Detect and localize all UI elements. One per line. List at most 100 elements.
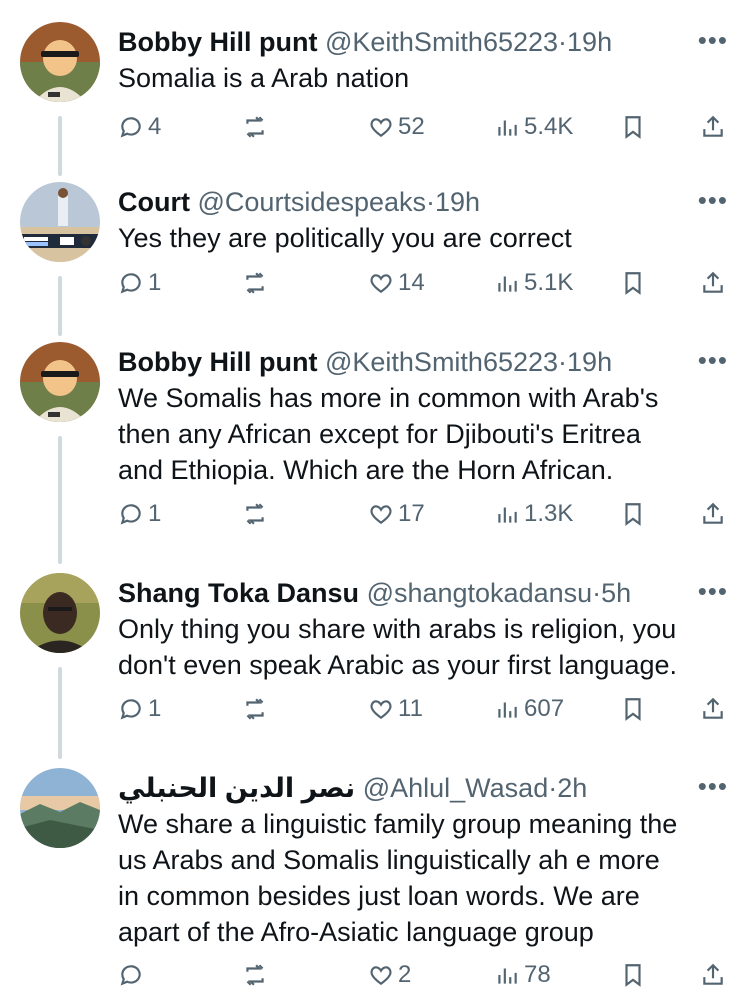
action-bar: 4 52 5.4K <box>118 110 730 144</box>
timestamp[interactable]: 5h <box>601 578 631 608</box>
like-button[interactable]: 11 <box>368 692 423 726</box>
reply-button[interactable] <box>118 958 148 992</box>
display-name[interactable]: نصر الدين الحنبلي <box>118 773 355 803</box>
timestamp[interactable]: 19h <box>435 187 480 217</box>
bookmark-button[interactable] <box>620 692 646 726</box>
retweet-button[interactable] <box>242 266 272 300</box>
retweet-button[interactable] <box>242 110 272 144</box>
action-bar: 1 14 5.1K <box>118 266 730 300</box>
reply-count: 1 <box>148 269 162 296</box>
tweet-text: Yes they are politically you are correct <box>118 223 572 253</box>
thread-line <box>58 667 62 759</box>
share-button[interactable] <box>700 110 726 144</box>
more-icon[interactable]: ••• <box>698 27 728 53</box>
reply-icon <box>120 504 141 525</box>
views-button[interactable]: 78 <box>494 958 551 992</box>
views-button[interactable]: 5.4K <box>494 110 573 144</box>
reply-icon <box>120 117 141 138</box>
handle[interactable]: @Ahlul_Wasad <box>363 773 549 803</box>
like-button[interactable]: 14 <box>368 266 425 300</box>
avatar[interactable] <box>20 768 100 848</box>
thread-line <box>58 436 62 564</box>
more-icon[interactable]: ••• <box>698 347 728 373</box>
thread-line <box>58 276 62 336</box>
bookmark-icon <box>625 964 641 987</box>
tweet-text: Somalia is a Arab nation <box>118 63 410 93</box>
reply-button[interactable]: 1 <box>118 692 161 726</box>
views-icon <box>498 276 517 292</box>
heart-icon <box>370 274 392 293</box>
share-button[interactable] <box>700 958 726 992</box>
avatar[interactable] <box>20 22 100 102</box>
bookmark-button[interactable] <box>620 110 646 144</box>
retweet-icon <box>246 116 264 138</box>
reply-count: 1 <box>148 500 162 527</box>
separator: · <box>426 187 436 217</box>
reply-count: 4 <box>148 113 162 140</box>
share-icon <box>703 502 723 524</box>
separator: · <box>548 773 558 803</box>
share-button[interactable] <box>700 266 726 300</box>
bookmark-icon <box>625 503 641 526</box>
timestamp[interactable]: 19h <box>567 347 612 377</box>
separator: · <box>558 27 568 57</box>
reply-icon <box>120 965 141 986</box>
cartoon-avatar-icon <box>20 22 100 102</box>
heart-icon <box>370 118 392 137</box>
share-button[interactable] <box>700 692 726 726</box>
views-button[interactable]: 607 <box>494 692 564 726</box>
reply-icon <box>120 273 141 294</box>
avatar[interactable] <box>20 342 100 422</box>
handle[interactable]: @shangtokadansu <box>367 578 593 608</box>
share-icon <box>703 271 723 293</box>
bookmark-button[interactable] <box>620 497 646 531</box>
like-count: 52 <box>398 113 425 140</box>
share-icon <box>703 115 723 137</box>
basketball-broadcast-avatar-icon <box>20 182 100 262</box>
views-count: 1.3K <box>524 500 574 527</box>
bookmark-button[interactable] <box>620 958 646 992</box>
retweet-button[interactable] <box>242 958 272 992</box>
avatar[interactable] <box>20 182 100 262</box>
more-icon[interactable]: ••• <box>698 187 728 213</box>
retweet-icon <box>246 272 264 294</box>
reply-button[interactable]: 1 <box>118 266 161 300</box>
tweet-text: We share a linguistic family group meani… <box>118 809 678 947</box>
like-button[interactable]: 2 <box>368 958 411 992</box>
views-button[interactable]: 1.3K <box>494 497 573 531</box>
heart-icon <box>370 700 392 719</box>
handle[interactable]: @KeithSmith65223 <box>325 347 558 377</box>
views-button[interactable]: 5.1K <box>494 266 573 300</box>
action-bar: 1 11 607 <box>118 692 730 726</box>
display-name[interactable]: Bobby Hill punt <box>118 347 317 377</box>
like-button[interactable]: 52 <box>368 110 425 144</box>
share-button[interactable] <box>700 497 726 531</box>
bookmark-icon <box>625 698 641 721</box>
separator: · <box>592 578 602 608</box>
retweet-button[interactable] <box>242 497 272 531</box>
handle[interactable]: @KeithSmith65223 <box>325 27 558 57</box>
heart-icon <box>370 505 392 524</box>
display-name[interactable]: Shang Toka Dansu <box>118 578 359 608</box>
like-button[interactable]: 17 <box>368 497 425 531</box>
tweet-header: Court @Courtsidespeaks·19h <box>118 186 680 218</box>
timestamp[interactable]: 19h <box>567 27 612 57</box>
avatar[interactable] <box>20 573 100 653</box>
cartoon-avatar-icon <box>20 342 100 422</box>
retweet-button[interactable] <box>242 692 272 726</box>
like-count: 2 <box>398 961 412 988</box>
views-icon <box>498 120 517 136</box>
action-bar: 1 17 1.3K <box>118 497 730 531</box>
timestamp[interactable]: 2h <box>557 773 587 803</box>
reply-button[interactable]: 4 <box>118 110 161 144</box>
bookmark-button[interactable] <box>620 266 646 300</box>
display-name[interactable]: Bobby Hill punt <box>118 27 317 57</box>
display-name[interactable]: Court <box>118 187 190 217</box>
more-icon[interactable]: ••• <box>698 773 728 799</box>
handle[interactable]: @Courtsidespeaks <box>198 187 427 217</box>
reply-icon <box>120 699 141 720</box>
more-icon[interactable]: ••• <box>698 578 728 604</box>
reply-button[interactable]: 1 <box>118 497 161 531</box>
retweet-icon <box>246 964 264 986</box>
heart-icon <box>370 966 392 985</box>
